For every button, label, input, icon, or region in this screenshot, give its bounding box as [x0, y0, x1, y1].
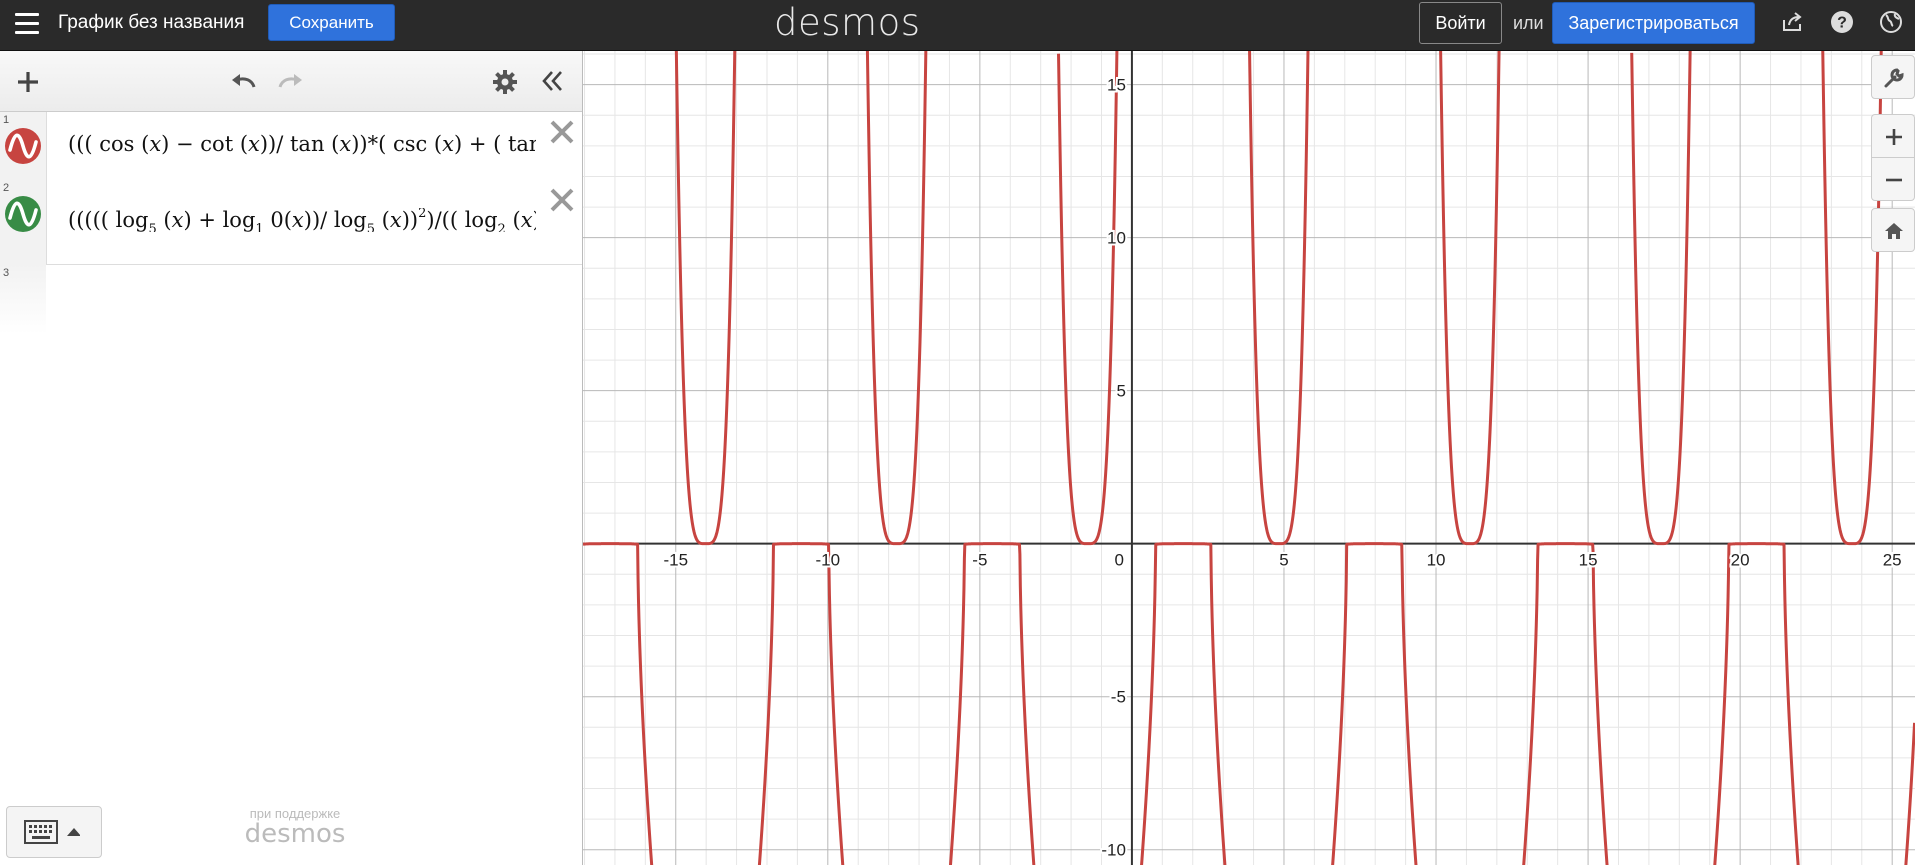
y-tick-label: 5 — [1116, 382, 1125, 401]
add-icon[interactable] — [16, 70, 40, 99]
expression-toolbar — [0, 51, 582, 112]
delete-expression-icon[interactable] — [548, 118, 576, 146]
login-button[interactable]: Войти — [1419, 2, 1502, 44]
x-tick-label: 0 — [1114, 551, 1123, 570]
x-tick-label: -5 — [972, 551, 987, 570]
y-tick-label: -5 — [1111, 688, 1126, 707]
graph-canvas[interactable]: -15 -10 -5 0 5 10 15 20 25 15 10 5 -5 -10 — [583, 51, 1915, 865]
keyboard-icon — [24, 820, 80, 844]
gear-icon[interactable] — [492, 69, 518, 100]
expression-index: 2 — [3, 182, 10, 194]
svg-text:?: ? — [1837, 15, 1847, 32]
graph-paper[interactable]: -15 -10 -5 0 5 10 15 20 25 15 10 5 -5 -10 — [583, 51, 1915, 865]
graph-settings-button[interactable] — [1871, 55, 1915, 99]
home-icon — [1885, 223, 1903, 239]
x-tick-label: -10 — [816, 551, 841, 570]
expression-index: 1 — [3, 114, 10, 126]
register-button[interactable]: Зарегистрироваться — [1552, 2, 1755, 44]
zoom-out-button[interactable] — [1871, 157, 1915, 201]
undo-icon[interactable] — [229, 69, 257, 98]
new-expression-input[interactable] — [47, 264, 582, 334]
help-icon[interactable]: ? — [1830, 10, 1854, 34]
expression-gutter: 2 — [0, 180, 47, 264]
expression-gutter: 1 — [0, 112, 47, 180]
save-button[interactable]: Сохранить — [268, 4, 395, 41]
expression-input[interactable]: ((((( log5 (x) + log1 0(x))/ log5 (x))2)… — [68, 208, 536, 232]
expression-row[interactable]: 1 ((( cos (x) − cot (x))/ tan (x))*( csc… — [0, 112, 582, 181]
expression-index: 3 — [3, 267, 10, 279]
redo-icon[interactable] — [277, 69, 305, 98]
menu-icon[interactable] — [15, 13, 39, 35]
collapse-icon[interactable] — [541, 69, 565, 98]
top-bar: График без названия Сохранить desmos Вой… — [0, 0, 1915, 51]
expression-input[interactable]: ((( cos (x) − cot (x))/ tan (x))*( csc (… — [68, 132, 536, 156]
default-viewport-button[interactable] — [1871, 208, 1915, 252]
powered-by-desmos: при поддержке desmos — [240, 806, 350, 847]
x-tick-label: -15 — [663, 551, 688, 570]
desmos-logo: desmos — [774, 1, 921, 44]
wrench-icon — [1884, 68, 1904, 88]
graph-title[interactable]: График без названия — [58, 11, 244, 35]
y-tick-label: -10 — [1101, 841, 1126, 860]
delete-expression-icon[interactable] — [548, 186, 576, 214]
x-tick-label: 10 — [1427, 551, 1446, 570]
or-label: или — [1513, 13, 1544, 33]
y-tick-label: 15 — [1107, 76, 1126, 95]
zoom-in-button[interactable] — [1871, 114, 1915, 158]
x-tick-label: 20 — [1731, 551, 1750, 570]
zoom-out-icon — [1886, 178, 1902, 182]
x-tick-label: 5 — [1279, 551, 1288, 570]
expression-panel: 1 ((( cos (x) − cot (x))/ tan (x))*( csc… — [0, 51, 583, 865]
expression-row[interactable]: 2 ((((( log5 (x) + log1 0(x))/ log5 (x))… — [0, 180, 582, 265]
x-tick-label: 25 — [1883, 551, 1902, 570]
expression-color-icon[interactable] — [5, 196, 41, 232]
globe-icon[interactable] — [1879, 10, 1903, 34]
x-tick-label: 15 — [1579, 551, 1598, 570]
share-icon[interactable] — [1780, 10, 1804, 34]
y-tick-label: 10 — [1107, 229, 1126, 248]
function-curve[interactable] — [583, 51, 1915, 865]
zoom-in-icon — [1886, 129, 1902, 145]
keypad-button[interactable] — [6, 806, 102, 858]
expression-color-icon[interactable] — [5, 128, 41, 164]
powered-by-logo: desmos — [244, 819, 346, 849]
